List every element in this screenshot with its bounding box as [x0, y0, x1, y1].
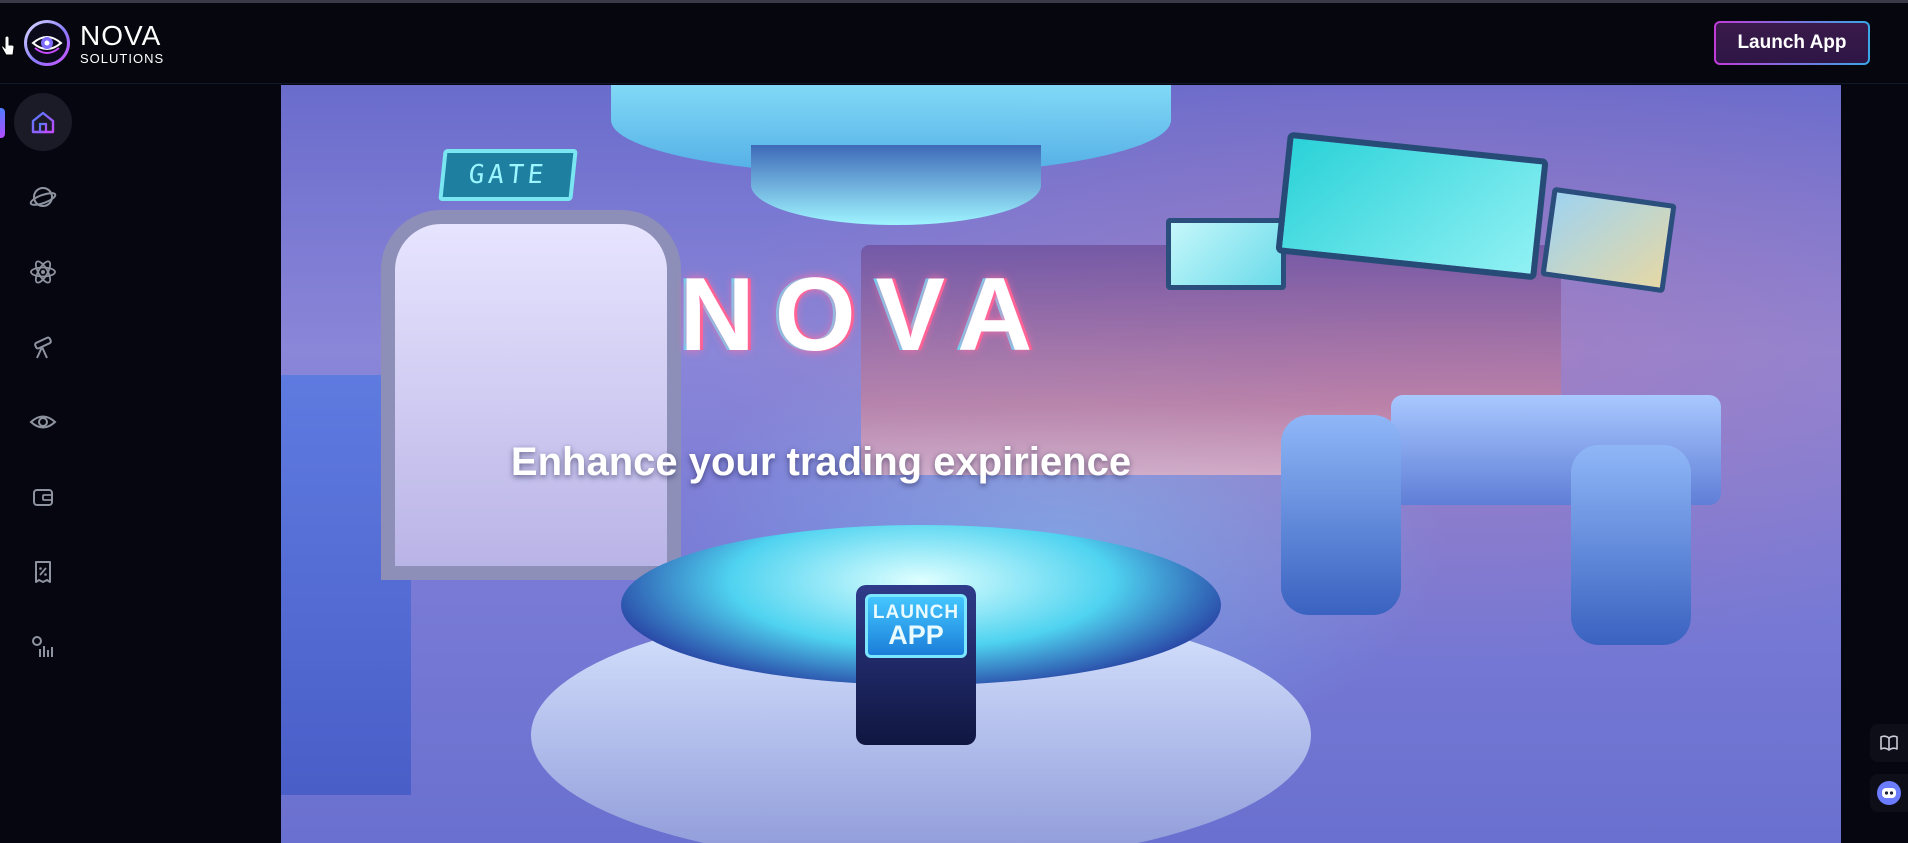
docs-button[interactable] [1870, 724, 1908, 762]
header: NOVA SOLUTIONS Launch App [0, 3, 1908, 84]
ceiling-lamp [751, 145, 1041, 225]
hand-cursor-icon [0, 35, 16, 58]
chat-bot-button[interactable] [1870, 774, 1908, 812]
launch-app-terminal[interactable]: LAUNCH APP [856, 585, 976, 745]
hero-title: NOVA [679, 257, 1053, 373]
brand-logo[interactable]: NOVA SOLUTIONS [24, 18, 164, 68]
wall-screen-small [1166, 218, 1286, 290]
sidebar-item-wallet[interactable] [14, 468, 72, 526]
terminal-screen: LAUNCH APP [865, 594, 967, 658]
sidebar-item-receipt[interactable] [14, 543, 72, 601]
atom-icon [30, 260, 56, 284]
wall-screen-right [1540, 186, 1677, 294]
telescope-icon [34, 336, 52, 359]
sidebar-item-eye[interactable] [14, 393, 72, 451]
sidebar-item-atom[interactable] [14, 243, 72, 301]
sidebar-item-planet[interactable] [14, 168, 72, 226]
brand-subtitle: SOLUTIONS [80, 50, 165, 66]
sidebar-item-stats[interactable] [14, 618, 72, 676]
hero-banner: GATE NOVA Enhance your trading expirienc… [281, 85, 1841, 843]
receipt-percent-icon [35, 561, 51, 583]
gate-sign: GATE [438, 149, 578, 201]
hero-subtitle: Enhance your trading expirience [510, 440, 1132, 484]
home-icon [31, 111, 55, 134]
sidebar-item-home[interactable] [14, 93, 72, 151]
active-indicator [0, 108, 5, 138]
brand-name: NOVA [80, 19, 162, 51]
chat-bot-icon [1877, 781, 1901, 805]
sidebar-nav [0, 84, 88, 843]
sidebar-item-telescope[interactable] [14, 318, 72, 376]
terminal-line-2: APP [888, 620, 944, 650]
book-icon [1880, 735, 1898, 751]
launch-app-button[interactable]: Launch App [1714, 21, 1870, 65]
pilot-chair [1281, 415, 1401, 615]
stats-icon [32, 636, 53, 657]
planet-icon [29, 187, 57, 207]
empty-chair [1571, 445, 1691, 645]
wallet-icon [33, 489, 53, 506]
eye-icon [29, 415, 57, 429]
nova-eye-logo-icon [24, 20, 70, 66]
